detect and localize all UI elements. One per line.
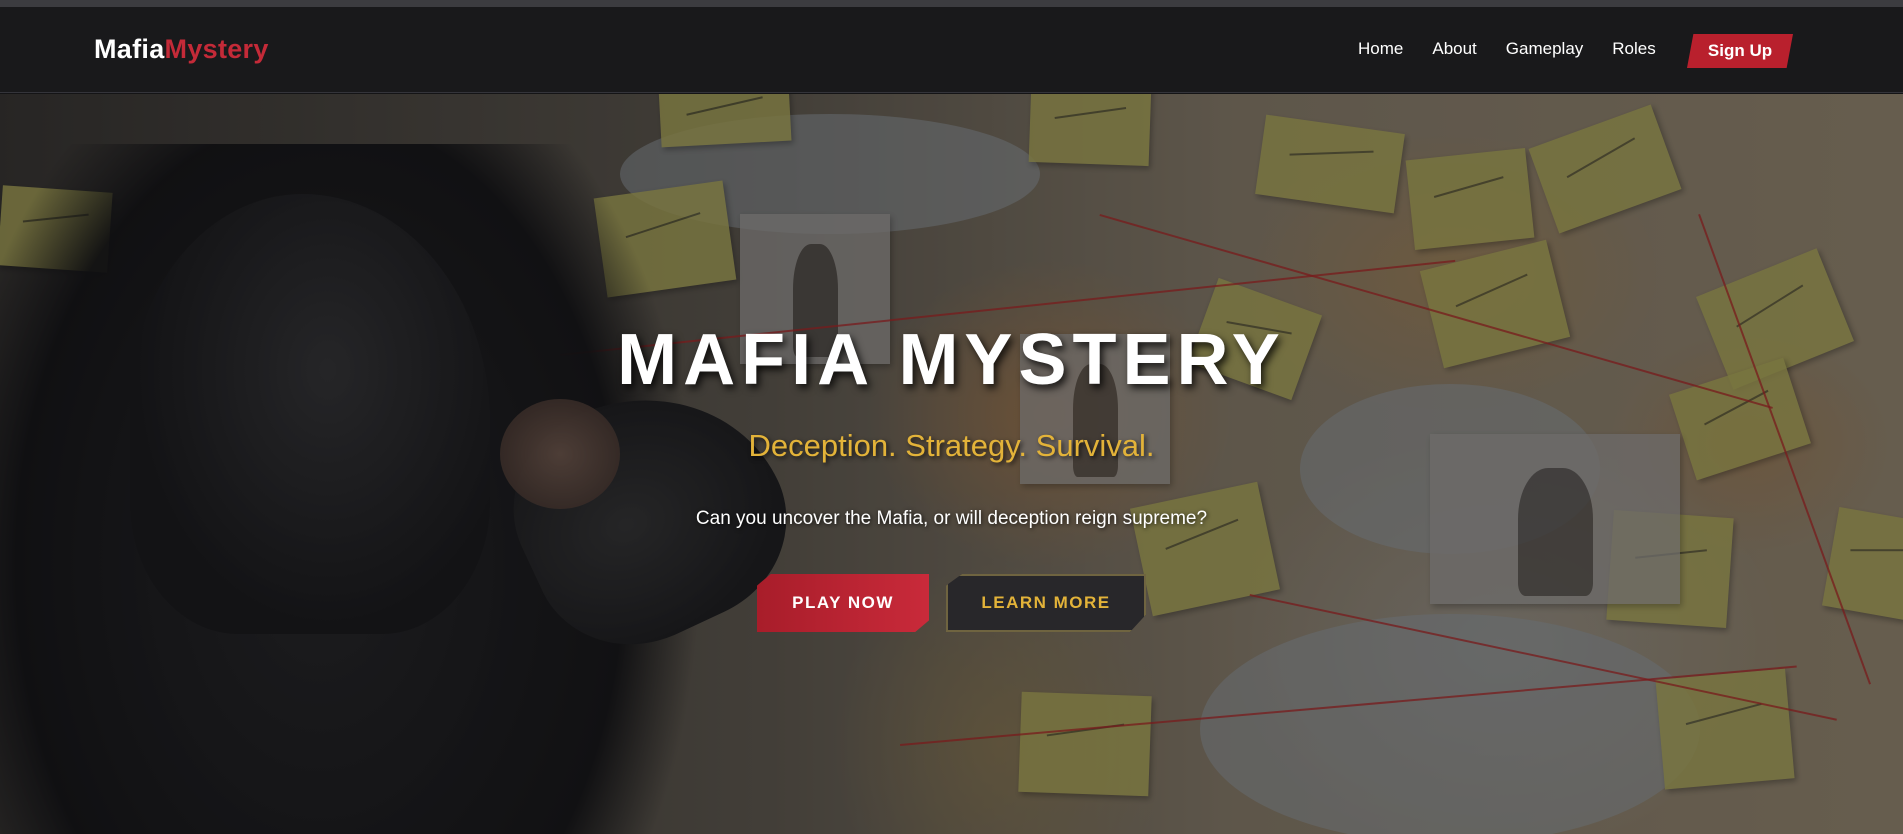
- nav-link-about[interactable]: About: [1432, 39, 1476, 59]
- nav-link-home[interactable]: Home: [1358, 39, 1403, 59]
- hero-title: MAFIA MYSTERY: [617, 320, 1286, 400]
- hero-subtitle: Deception. Strategy. Survival.: [748, 428, 1155, 463]
- browser-top-strip: [0, 0, 1903, 7]
- site-logo[interactable]: MafiaMystery: [94, 34, 269, 65]
- logo-text-mafia: Mafia: [94, 34, 165, 64]
- nav-link-roles[interactable]: Roles: [1612, 39, 1655, 59]
- logo-text-mystery: Mystery: [164, 34, 269, 64]
- navbar: MafiaMystery Home About Gameplay Roles S…: [0, 7, 1903, 93]
- nav-links: Home About Gameplay Roles: [1358, 39, 1685, 59]
- hero-content: MAFIA MYSTERY Deception. Strategy. Survi…: [0, 94, 1903, 834]
- hero-description: Can you uncover the Mafia, or will decep…: [695, 508, 1208, 529]
- hero-section: MAFIA MYSTERY Deception. Strategy. Survi…: [0, 94, 1903, 834]
- play-now-button[interactable]: PLAY NOW: [757, 574, 929, 632]
- nav-link-gameplay[interactable]: Gameplay: [1506, 39, 1583, 59]
- signup-button[interactable]: Sign Up: [1687, 34, 1793, 68]
- learn-more-button[interactable]: LEARN MORE: [946, 574, 1146, 632]
